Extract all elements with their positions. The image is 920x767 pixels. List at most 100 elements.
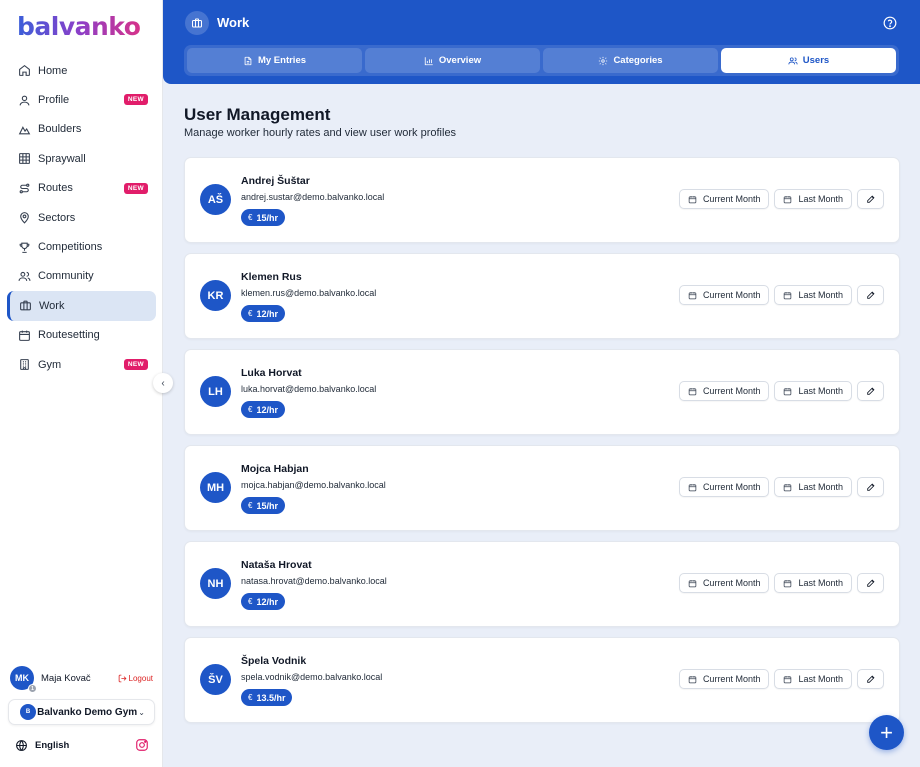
sidebar-item-home[interactable]: Home xyxy=(7,56,156,85)
sidebar-item-routesetting[interactable]: Routesetting xyxy=(7,321,156,350)
sidebar-item-label: Community xyxy=(38,270,94,283)
current-month-button[interactable]: Current Month xyxy=(678,285,770,305)
new-badge: NEW xyxy=(123,94,148,106)
avatar-initials: MK xyxy=(15,673,29,683)
last-month-button[interactable]: Last Month xyxy=(774,189,852,209)
grid-icon xyxy=(17,152,31,166)
last-month-button[interactable]: Last Month xyxy=(774,573,852,593)
calendar-icon xyxy=(17,328,31,342)
avatar[interactable]: MK 1 xyxy=(10,666,37,693)
card-actions: Current Month Last Month xyxy=(678,285,884,305)
help-icon[interactable] xyxy=(883,16,897,30)
tab-categories[interactable]: Categories xyxy=(543,48,718,73)
calendar-icon xyxy=(784,195,792,203)
settings-icon xyxy=(599,56,608,65)
logout-button[interactable]: Logout xyxy=(118,674,153,683)
user-icon xyxy=(17,93,31,107)
avatar: ŠV xyxy=(200,664,231,695)
route-icon xyxy=(17,181,31,195)
sidebar-item-sectors[interactable]: Sectors xyxy=(7,203,156,232)
edit-button[interactable] xyxy=(857,381,884,401)
tab-my-entries[interactable]: My Entries xyxy=(187,48,362,73)
avatar-initials: LH xyxy=(208,385,223,398)
euro-icon: € xyxy=(248,501,253,510)
avatar: LH xyxy=(200,376,231,407)
chevron-down-icon: ⌄ xyxy=(138,707,145,717)
briefcase-icon xyxy=(18,299,32,313)
page-title: Work xyxy=(217,15,250,30)
calendar-icon xyxy=(688,483,697,491)
tab-users[interactable]: Users xyxy=(721,48,896,73)
avatar: MH xyxy=(200,472,231,503)
language-label: English xyxy=(35,739,70,751)
pencil-icon xyxy=(866,291,875,299)
current-month-label: Current Month xyxy=(702,386,761,396)
user-email: luka.horvat@demo.balvanko.local xyxy=(241,384,377,394)
last-month-button[interactable]: Last Month xyxy=(774,669,852,689)
avatar-initials: AŠ xyxy=(207,193,224,206)
current-month-label: Current Month xyxy=(702,578,761,588)
user-card: MH Mojca Habjan mojca.habjan@demo.balvan… xyxy=(184,445,900,531)
sidebar-item-work[interactable]: Work xyxy=(7,291,156,321)
current-month-button[interactable]: Current Month xyxy=(678,477,770,497)
current-month-button[interactable]: Current Month xyxy=(678,669,770,689)
user-name: Klemen Rus xyxy=(241,271,302,283)
sidebar-item-boulders[interactable]: Boulders xyxy=(7,115,156,144)
sidebar-item-competitions[interactable]: Competitions xyxy=(7,232,156,261)
app-logo[interactable]: balvanko xyxy=(17,12,141,41)
hourly-rate-badge: €12/hr xyxy=(241,593,285,610)
sidebar-item-gym[interactable]: Gym NEW xyxy=(7,350,156,379)
current-month-button[interactable]: Current Month xyxy=(678,573,770,593)
hourly-rate-value: 12/hr xyxy=(256,596,278,607)
current-month-label: Current Month xyxy=(702,290,761,300)
sidebar-item-routes[interactable]: Routes NEW xyxy=(7,174,156,203)
user-email: andrej.sustar@demo.balvanko.local xyxy=(241,192,385,202)
sidebar-item-community[interactable]: Community xyxy=(7,262,156,291)
avatar-initials: NH xyxy=(207,577,224,590)
sidebar-item-label: Competitions xyxy=(38,241,103,254)
user-card: NH Nataša Hrovat natasa.hrovat@demo.balv… xyxy=(184,541,900,627)
collapse-sidebar-button[interactable]: ‹ xyxy=(153,373,173,393)
last-month-button[interactable]: Last Month xyxy=(774,381,852,401)
last-month-button[interactable]: Last Month xyxy=(774,477,852,497)
calendar-icon xyxy=(688,387,697,395)
tab-overview[interactable]: Overview xyxy=(365,48,540,73)
add-user-button[interactable]: + xyxy=(869,715,904,750)
edit-button[interactable] xyxy=(857,189,884,209)
gym-selector[interactable]: B Balvanko Demo Gym ⌄ xyxy=(8,699,155,725)
edit-button[interactable] xyxy=(857,573,884,593)
hourly-rate-value: 12/hr xyxy=(256,404,278,415)
notification-count-badge: 1 xyxy=(28,684,37,693)
hourly-rate-badge: €12/hr xyxy=(241,401,285,418)
user-email: spela.vodnik@demo.balvanko.local xyxy=(241,672,383,682)
pencil-icon xyxy=(866,579,875,587)
last-month-label: Last Month xyxy=(798,290,843,300)
card-actions: Current Month Last Month xyxy=(678,381,884,401)
current-month-label: Current Month xyxy=(702,194,761,204)
current-month-button[interactable]: Current Month xyxy=(678,381,770,401)
last-month-button[interactable]: Last Month xyxy=(774,285,852,305)
euro-icon: € xyxy=(248,693,253,702)
user-card: ŠV Špela Vodnik spela.vodnik@demo.balvan… xyxy=(184,637,900,723)
avatar: NH xyxy=(200,568,231,599)
map-pin-icon xyxy=(17,211,31,225)
hourly-rate-badge: €13.5/hr xyxy=(241,689,293,706)
tab-label: Categories xyxy=(613,55,663,66)
sidebar-item-spraywall[interactable]: Spraywall xyxy=(7,144,156,173)
sidebar-item-label: Routesetting xyxy=(38,329,100,342)
calendar-icon xyxy=(784,579,792,587)
sidebar-item-profile[interactable]: Profile NEW xyxy=(7,85,156,114)
edit-button[interactable] xyxy=(857,669,884,689)
instagram-icon[interactable] xyxy=(135,738,149,757)
edit-button[interactable] xyxy=(857,285,884,305)
hourly-rate-value: 12/hr xyxy=(256,308,278,319)
language-selector[interactable]: English xyxy=(15,737,149,753)
last-month-label: Last Month xyxy=(798,482,843,492)
pencil-icon xyxy=(866,387,875,395)
users-icon xyxy=(788,56,798,64)
euro-icon: € xyxy=(248,309,253,318)
user-email: mojca.habjan@demo.balvanko.local xyxy=(241,480,386,490)
edit-button[interactable] xyxy=(857,477,884,497)
tab-bar: My Entries Overview Categories Users xyxy=(184,45,899,76)
current-month-button[interactable]: Current Month xyxy=(678,189,770,209)
